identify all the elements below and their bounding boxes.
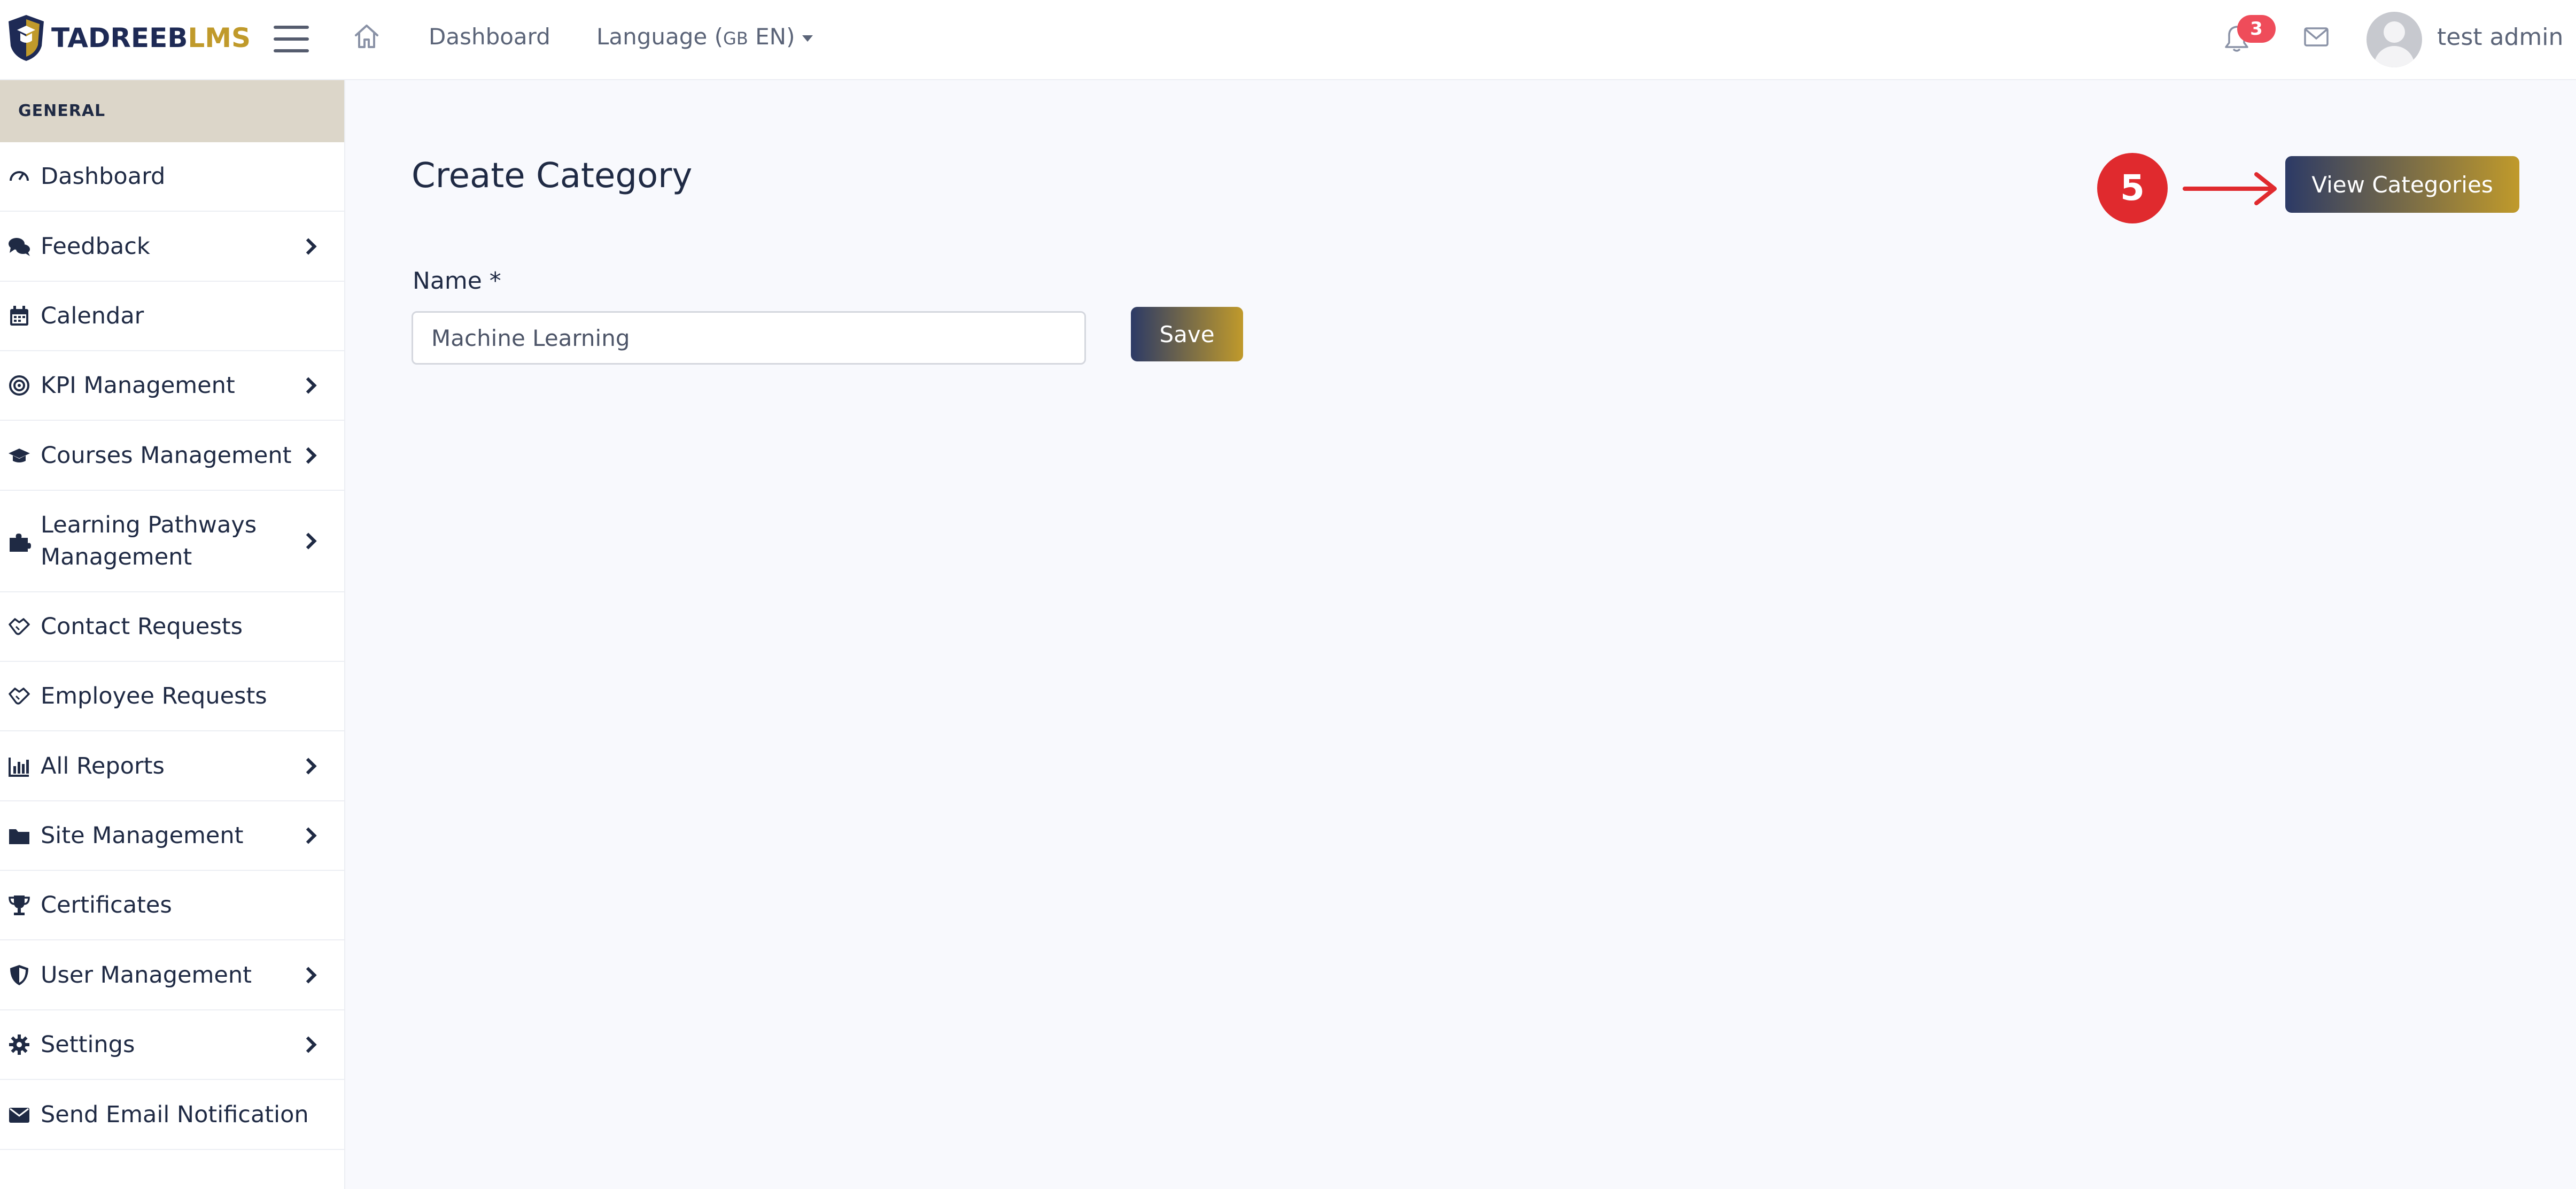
target-icon xyxy=(9,375,29,396)
chevron-right-icon xyxy=(300,446,317,464)
comments-icon xyxy=(9,237,30,256)
calendar-icon xyxy=(10,306,28,326)
brand-logo[interactable]: TADREEBLMS xyxy=(7,14,251,62)
sidebar-item-label: Learning Pathways Management xyxy=(41,512,257,570)
sidebar-item-label: Certificates xyxy=(41,892,172,918)
shield-logo-icon xyxy=(9,15,44,61)
sidebar-item-label: User Management xyxy=(41,961,252,989)
shield-icon xyxy=(10,964,28,985)
sidebar-item-feedback[interactable]: Feedback xyxy=(0,212,344,282)
sidebar-item-label: Settings xyxy=(41,1031,135,1058)
chevron-right-icon xyxy=(300,1036,317,1053)
sidebar-item-kpi-management[interactable]: KPI Management xyxy=(0,351,344,421)
sidebar-item-label: All Reports xyxy=(41,752,165,779)
home-icon[interactable] xyxy=(353,22,381,50)
sidebar-item-label: Send Email Notification xyxy=(41,1101,309,1128)
graduation-cap-icon xyxy=(9,448,30,462)
sidebar-item-label: Courses Management xyxy=(41,442,292,469)
chevron-right-icon xyxy=(300,532,317,550)
user-name[interactable]: test admin xyxy=(2437,24,2563,51)
avatar[interactable] xyxy=(2366,12,2422,67)
chevron-down-icon xyxy=(802,35,813,42)
gear-icon xyxy=(9,1034,29,1055)
chevron-right-icon xyxy=(300,757,317,775)
view-categories-button[interactable]: View Categories xyxy=(2285,156,2519,213)
sidebar-item-dashboard[interactable]: Dashboard xyxy=(0,142,344,212)
language-dropdown[interactable]: Language (GB EN) xyxy=(596,24,813,50)
language-label: Language ( xyxy=(596,24,724,50)
handshake-icon xyxy=(9,688,30,705)
chevron-right-icon xyxy=(300,377,317,394)
sidebar: GENERAL Dashboard Feedback Calendar KPI … xyxy=(0,80,345,1189)
sidebar-section-header: GENERAL xyxy=(0,80,344,142)
sidebar-item-settings[interactable]: Settings xyxy=(0,1010,344,1080)
notification-count-badge: 3 xyxy=(2237,15,2276,43)
envelope-icon xyxy=(9,1107,29,1123)
step-number-badge: 5 xyxy=(2097,153,2168,223)
mail-icon[interactable] xyxy=(2303,27,2329,47)
sidebar-item-label: Site Management xyxy=(41,822,244,849)
bar-chart-icon xyxy=(9,757,29,777)
sidebar-item-site-management[interactable]: Site Management xyxy=(0,801,344,871)
chevron-right-icon xyxy=(300,827,317,844)
sidebar-item-calendar[interactable]: Calendar xyxy=(0,282,344,351)
language-flag: GB xyxy=(723,28,748,49)
sidebar-item-label: Contact Requests xyxy=(41,613,243,640)
dashboard-gauge-icon xyxy=(10,171,29,181)
sidebar-item-user-management[interactable]: User Management xyxy=(0,940,344,1010)
name-field-label: Name * xyxy=(413,267,501,295)
sidebar-item-label: Dashboard xyxy=(41,163,166,190)
sidebar-item-label: Employee Requests xyxy=(41,683,267,709)
save-button[interactable]: Save xyxy=(1131,307,1243,361)
brand-name-part1: TADREEB xyxy=(51,22,188,53)
chevron-right-icon xyxy=(300,966,317,984)
nav-dashboard-link[interactable]: Dashboard xyxy=(429,24,550,50)
sidebar-item-learning-pathways-management[interactable]: Learning Pathways Management xyxy=(0,491,344,592)
sidebar-item-employee-requests[interactable]: Employee Requests xyxy=(0,662,344,731)
sidebar-item-contact-requests[interactable]: Contact Requests xyxy=(0,592,344,662)
sidebar-item-certificates[interactable]: Certificates xyxy=(0,871,344,940)
brand-name-part2: LMS xyxy=(188,22,251,53)
page-title: Create Category xyxy=(412,156,693,196)
handshake-icon xyxy=(9,618,30,635)
top-navbar: TADREEBLMS Dashboard Language (GB EN) 3 … xyxy=(0,0,2576,80)
puzzle-icon xyxy=(10,534,31,552)
brand-name: TADREEBLMS xyxy=(51,22,251,53)
sidebar-item-send-email-notification[interactable]: Send Email Notification xyxy=(0,1080,344,1150)
sidebar-item-label: Calendar xyxy=(41,303,144,329)
language-code: EN) xyxy=(748,24,795,50)
folder-icon xyxy=(9,829,29,844)
sidebar-item-courses-management[interactable]: Courses Management xyxy=(0,421,344,491)
chevron-right-icon xyxy=(300,237,317,255)
sidebar-item-label: Feedback xyxy=(41,233,150,260)
menu-toggle-icon[interactable] xyxy=(274,26,309,52)
sidebar-item-all-reports[interactable]: All Reports xyxy=(0,731,344,801)
arrow-right-icon xyxy=(2183,172,2277,205)
category-name-input[interactable] xyxy=(412,311,1086,365)
sidebar-item-label: KPI Management xyxy=(41,372,235,399)
trophy-icon xyxy=(9,895,30,915)
